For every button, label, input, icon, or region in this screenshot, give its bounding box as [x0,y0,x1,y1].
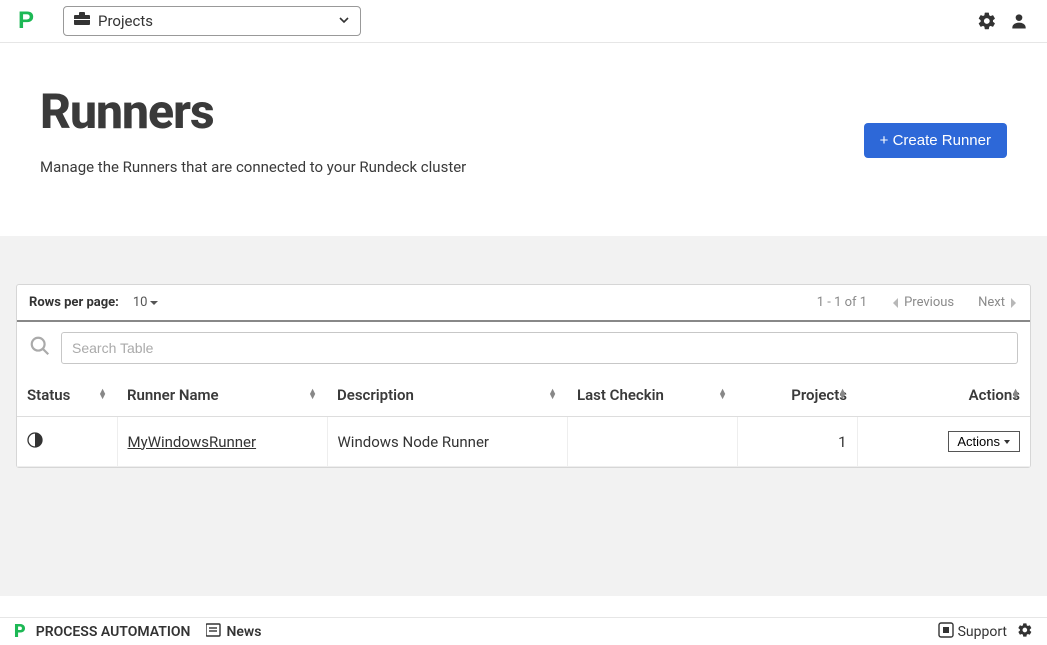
gear-icon[interactable] [1017,622,1033,642]
col-projects[interactable]: Projects ▲▼ [737,374,857,417]
search-row [17,322,1030,374]
cell-runner-name: MyWindowsRunner [117,417,327,467]
cell-description: Windows Node Runner [327,417,567,467]
cell-status [17,417,117,467]
support-link[interactable]: Support [938,622,1007,642]
sort-icon: ▲▼ [308,390,317,400]
col-runner-name[interactable]: Runner Name ▲▼ [117,374,327,417]
cell-last-checkin [567,417,737,467]
rows-per-page-value: 10 [133,295,148,310]
sort-icon: ▲▼ [838,390,847,400]
table-row: MyWindowsRunner Windows Node Runner 1 Ac… [17,417,1030,467]
row-actions-button[interactable]: Actions [948,431,1020,452]
logo-icon: P [14,621,26,642]
sort-icon: ▲▼ [1011,390,1020,400]
search-icon [29,335,51,361]
runners-table: Status ▲▼ Runner Name ▲▼ Description ▲▼ … [17,374,1030,467]
chevron-down-icon [338,12,350,30]
logo-icon: P [18,7,33,35]
rows-per-page-select[interactable]: 10 [133,295,160,310]
project-picker-label: Projects [98,12,153,30]
previous-label: Previous [904,295,954,310]
footer-brand: PROCESS AUTOMATION [36,624,191,640]
col-status[interactable]: Status ▲▼ [17,374,117,417]
runners-card: Rows per page: 10 1 - 1 of 1 Previous Ne… [16,284,1031,468]
runner-link[interactable]: MyWindowsRunner [128,433,257,451]
next-button[interactable]: Next [978,295,1018,310]
sort-icon: ▲▼ [98,390,107,400]
chevron-right-icon [1009,297,1018,309]
col-actions[interactable]: Actions ▲▼ [857,374,1030,417]
status-half-icon [27,434,43,452]
content-area: Rows per page: 10 1 - 1 of 1 Previous Ne… [0,236,1047,596]
next-label: Next [978,295,1005,310]
page-subtitle: Manage the Runners that are connected to… [40,158,466,176]
col-description[interactable]: Description ▲▼ [327,374,567,417]
previous-button[interactable]: Previous [891,295,954,310]
news-label: News [226,624,261,640]
cell-actions: Actions [857,417,1030,467]
user-icon[interactable] [1009,11,1029,31]
briefcase-icon [74,12,90,30]
topbar: P Projects [0,0,1047,43]
chevron-left-icon [891,297,900,309]
news-icon [206,623,222,641]
create-runner-button[interactable]: + Create Runner [864,123,1007,158]
sort-icon: ▲▼ [718,390,727,400]
search-input[interactable] [61,332,1018,364]
lifebuoy-icon [938,622,954,642]
page-header: Runners Manage the Runners that are conn… [0,43,1047,236]
cell-projects: 1 [737,417,857,467]
footer: P PROCESS AUTOMATION News Support [0,617,1047,645]
sort-icon: ▲▼ [548,390,557,400]
caret-down-icon [149,298,159,308]
support-label: Support [958,624,1007,640]
table-controls: Rows per page: 10 1 - 1 of 1 Previous Ne… [17,285,1030,322]
gear-icon[interactable] [977,11,997,31]
caret-down-icon [1003,438,1011,446]
col-last-checkin[interactable]: Last Checkin ▲▼ [567,374,737,417]
page-title: Runners [40,83,466,140]
news-link[interactable]: News [206,623,261,641]
rows-per-page-label: Rows per page: [29,295,119,310]
project-picker[interactable]: Projects [63,6,361,36]
page-range: 1 - 1 of 1 [817,295,867,310]
